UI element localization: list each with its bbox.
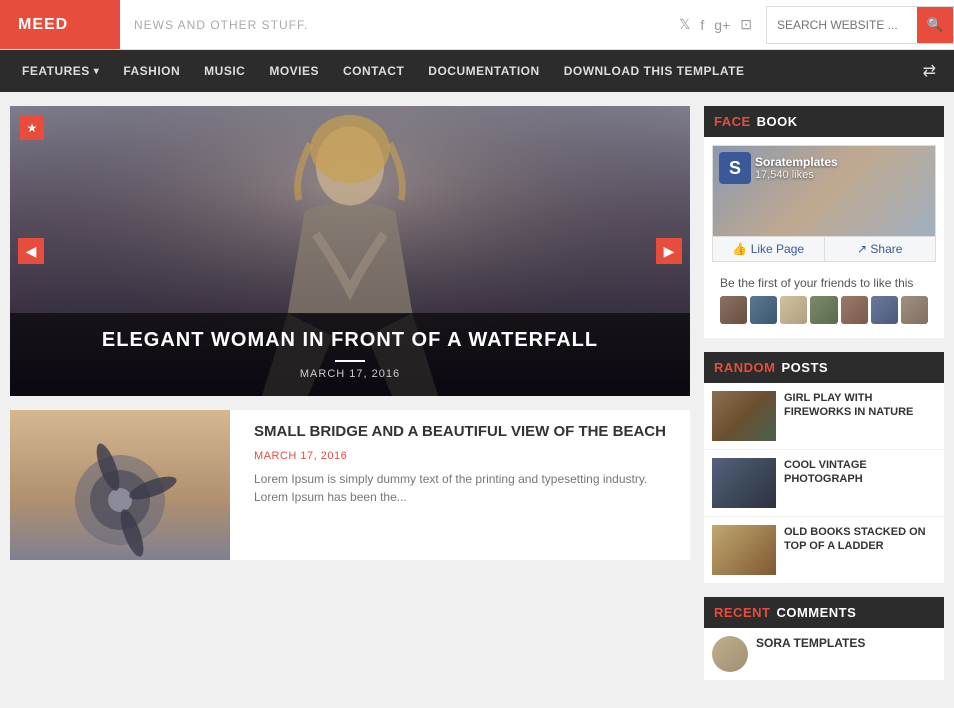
facebook-icon[interactable]: f	[700, 17, 704, 33]
twitter-icon[interactable]: 𝕏	[679, 16, 690, 33]
commenter-name: SORA TEMPLATES	[756, 636, 865, 650]
facebook-friends-text: Be the first of your friends to like thi…	[712, 270, 936, 330]
nav-download[interactable]: DOWNLOAD THIS TEMPLATE	[552, 50, 757, 92]
friend-avatar-7	[901, 296, 928, 324]
nav-features[interactable]: FEATURES ▾	[10, 50, 111, 92]
facebook-title: BOOK	[757, 114, 798, 129]
facebook-section: FACE BOOK S Soratemplates 17,540 likes	[704, 106, 944, 338]
rp-title-2[interactable]: COOL VINTAGE PHOTOGRAPH	[784, 458, 936, 487]
article-thumb-image	[10, 410, 230, 560]
sidebar: FACE BOOK S Soratemplates 17,540 likes	[704, 106, 944, 694]
content-area: ★ ◀ ▶ ELEGANT WOMAN IN FRONT OF A WATERF…	[10, 106, 690, 694]
featured-date: MARCH 17, 2016	[26, 368, 674, 380]
rp-title-3[interactable]: OLD BOOKS STACKED ON TOP OF A LADDER	[784, 525, 936, 554]
facebook-header: FACE BOOK	[704, 106, 944, 137]
article-excerpt: Lorem Ipsum is simply dummy text of the …	[254, 470, 680, 506]
nav-contact[interactable]: CONTACT	[331, 50, 416, 92]
facebook-accent: FACE	[714, 114, 751, 129]
facebook-box: S Soratemplates 17,540 likes 👍 Like Page…	[704, 137, 944, 338]
featured-star-badge: ★	[20, 116, 44, 140]
random-post-1: GIRL PLAY WITH FIREWORKS IN NATURE	[704, 383, 944, 450]
rp-image-2	[712, 458, 776, 508]
random-posts-accent: RANDOM	[714, 360, 776, 375]
search-button[interactable]: 🔍	[917, 7, 953, 43]
fb-page-info: Soratemplates 17,540 likes	[755, 155, 838, 181]
rp-info-2: COOL VINTAGE PHOTOGRAPH	[784, 458, 936, 487]
friend-avatar-3	[780, 296, 807, 324]
random-post-2: COOL VINTAGE PHOTOGRAPH	[704, 450, 944, 517]
friend-avatar-2	[750, 296, 777, 324]
facebook-preview-image: S Soratemplates 17,540 likes	[713, 146, 935, 236]
fb-page-name: Soratemplates	[755, 155, 838, 169]
next-slide-button[interactable]: ▶	[656, 238, 682, 264]
article-date: MARCH 17, 2016	[254, 450, 680, 462]
nav-fashion[interactable]: FASHION	[111, 50, 192, 92]
recent-comment-1: SORA TEMPLATES	[704, 628, 944, 680]
friend-avatar-5	[841, 296, 868, 324]
nav: FEATURES ▾ FASHION MUSIC MOVIES CONTACT …	[0, 50, 954, 92]
random-posts-title: POSTS	[782, 360, 829, 375]
friend-avatar-1	[720, 296, 747, 324]
header: MEED NEWS AND OTHER STUFF. 𝕏 f g+ ⊡ 🔍	[0, 0, 954, 50]
friend-avatar-4	[810, 296, 837, 324]
article-thumb-svg	[10, 410, 230, 560]
chevron-down-icon: ▾	[94, 66, 100, 77]
instagram-icon[interactable]: ⊡	[740, 16, 752, 33]
recent-comments-accent: RECENT	[714, 605, 770, 620]
shuffle-icon[interactable]: ⇄	[915, 61, 944, 81]
article-card-1: SMALL BRIDGE AND A BEAUTIFUL VIEW OF THE…	[10, 410, 690, 560]
recent-comments-title: COMMENTS	[776, 605, 856, 620]
facebook-like-button[interactable]: 👍 Like Page	[713, 237, 825, 261]
rp-title-1[interactable]: GIRL PLAY WITH FIREWORKS IN NATURE	[784, 391, 936, 420]
rp-info-3: OLD BOOKS STACKED ON TOP OF A LADDER	[784, 525, 936, 554]
featured-caption: ELEGANT WOMAN IN FRONT OF A WATERFALL MA…	[10, 313, 690, 396]
nav-movies[interactable]: MOVIES	[257, 50, 331, 92]
article-thumbnail	[10, 410, 230, 560]
random-posts-list: GIRL PLAY WITH FIREWORKS IN NATURE COOL …	[704, 383, 944, 583]
logo[interactable]: MEED	[0, 0, 120, 49]
fb-page-likes: 17,540 likes	[755, 169, 838, 181]
random-posts-header: RANDOM POSTS	[704, 352, 944, 383]
rp-thumb-2	[712, 458, 776, 508]
featured-title: ELEGANT WOMAN IN FRONT OF A WATERFALL	[26, 329, 674, 352]
sora-templates-icon: S	[719, 152, 751, 184]
tagline: NEWS AND OTHER STUFF.	[120, 18, 665, 32]
facebook-preview: S Soratemplates 17,540 likes 👍 Like Page…	[712, 145, 936, 262]
prev-slide-button[interactable]: ◀	[18, 238, 44, 264]
commenter-avatar	[712, 636, 748, 672]
featured-image: ★ ◀ ▶ ELEGANT WOMAN IN FRONT OF A WATERF…	[10, 106, 690, 396]
random-post-3: OLD BOOKS STACKED ON TOP OF A LADDER	[704, 517, 944, 583]
facebook-friend-avatars	[720, 296, 928, 324]
rp-image-1	[712, 391, 776, 441]
featured-post: ★ ◀ ▶ ELEGANT WOMAN IN FRONT OF A WATERF…	[10, 106, 690, 396]
search-input[interactable]	[767, 12, 917, 38]
recent-comments-section: RECENT COMMENTS SORA TEMPLATES	[704, 597, 944, 680]
facebook-actions: 👍 Like Page ↗ Share	[713, 236, 935, 261]
rp-thumb-3	[712, 525, 776, 575]
social-icons: 𝕏 f g+ ⊡	[665, 16, 766, 33]
main-layout: ★ ◀ ▶ ELEGANT WOMAN IN FRONT OF A WATERF…	[0, 92, 954, 708]
article-info: SMALL BRIDGE AND A BEAUTIFUL VIEW OF THE…	[244, 410, 690, 560]
rp-thumb-1	[712, 391, 776, 441]
search-area: 🔍	[766, 6, 954, 44]
commenter-info: SORA TEMPLATES	[756, 636, 865, 650]
random-posts-section: RANDOM POSTS GIRL PLAY WITH FIREWORKS IN…	[704, 352, 944, 583]
rp-image-3	[712, 525, 776, 575]
facebook-share-button[interactable]: ↗ Share	[825, 237, 936, 261]
nav-music[interactable]: MUSIC	[192, 50, 257, 92]
google-plus-icon[interactable]: g+	[714, 17, 730, 33]
friend-avatar-6	[871, 296, 898, 324]
article-title[interactable]: SMALL BRIDGE AND A BEAUTIFUL VIEW OF THE…	[254, 422, 680, 442]
caption-divider	[335, 360, 365, 362]
recent-comments-header: RECENT COMMENTS	[704, 597, 944, 628]
facebook-page-logo: S Soratemplates 17,540 likes	[719, 152, 838, 184]
rp-info-1: GIRL PLAY WITH FIREWORKS IN NATURE	[784, 391, 936, 420]
nav-documentation[interactable]: DOCUMENTATION	[416, 50, 551, 92]
